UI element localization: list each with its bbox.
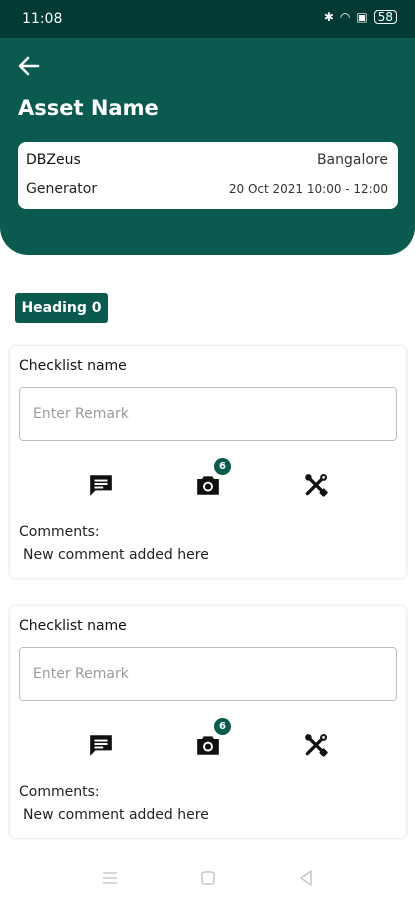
asset-schedule: 20 Oct 2021 10:00 - 12:00 [228, 182, 388, 196]
photo-count-badge: 6 [214, 718, 231, 735]
asset-type: Generator [26, 181, 98, 197]
asset-location: Bangalore [316, 152, 388, 168]
camera-icon [197, 476, 219, 495]
comments-label: Comments: [19, 784, 100, 800]
bluetooth-icon: ✱ [323, 10, 334, 24]
tools-button[interactable] [303, 472, 329, 498]
wifi-icon: ◠ [339, 10, 351, 24]
tools-button[interactable] [303, 732, 329, 758]
back-nav-button[interactable] [296, 868, 316, 888]
battery-icon: 58 [373, 10, 397, 24]
comment-text: New comment added here [23, 807, 209, 823]
camera-icon [197, 736, 219, 755]
tools-icon [305, 733, 328, 757]
section-heading: Heading 0 [15, 293, 108, 323]
back-button[interactable] [18, 56, 40, 76]
asset-name: DBZeus [26, 152, 81, 168]
page-title: Asset Name [18, 96, 159, 120]
checklist-card: Checklist name 6 Comments: New comment a… [10, 346, 406, 578]
photo-count-badge: 6 [214, 458, 231, 475]
header: 11:08 ✱ ◠ ▣ 58 Asset Name DBZeus Bangalo… [0, 0, 415, 255]
comment-button[interactable] [88, 732, 114, 758]
remark-input[interactable] [19, 647, 397, 701]
triangle-back-icon [300, 870, 312, 886]
home-button[interactable] [198, 868, 218, 888]
comment-icon [90, 475, 112, 496]
sim-icon: ▣ [356, 10, 368, 24]
square-icon [201, 871, 215, 885]
remark-input[interactable] [19, 387, 397, 441]
comment-text: New comment added here [23, 547, 209, 563]
camera-button[interactable]: 6 [195, 458, 231, 498]
asset-info-card: DBZeus Bangalore Generator 20 Oct 2021 1… [18, 142, 398, 209]
arrow-left-icon [18, 56, 40, 76]
checklist-name: Checklist name [19, 358, 127, 374]
comment-button[interactable] [88, 472, 114, 498]
menu-icon [103, 872, 117, 884]
recents-button[interactable] [100, 868, 120, 888]
camera-button[interactable]: 6 [195, 718, 231, 758]
system-nav-bar [0, 855, 415, 900]
status-bar: 11:08 ✱ ◠ ▣ 58 [0, 0, 415, 38]
status-icons: ✱ ◠ ▣ 58 [324, 10, 397, 24]
checklist-card: Checklist name 6 Comments: New comment a… [10, 606, 406, 838]
tools-icon [305, 473, 328, 497]
checklist-name: Checklist name [19, 618, 127, 634]
comment-icon [90, 735, 112, 756]
status-time: 11:08 [22, 11, 63, 27]
comments-label: Comments: [19, 524, 100, 540]
